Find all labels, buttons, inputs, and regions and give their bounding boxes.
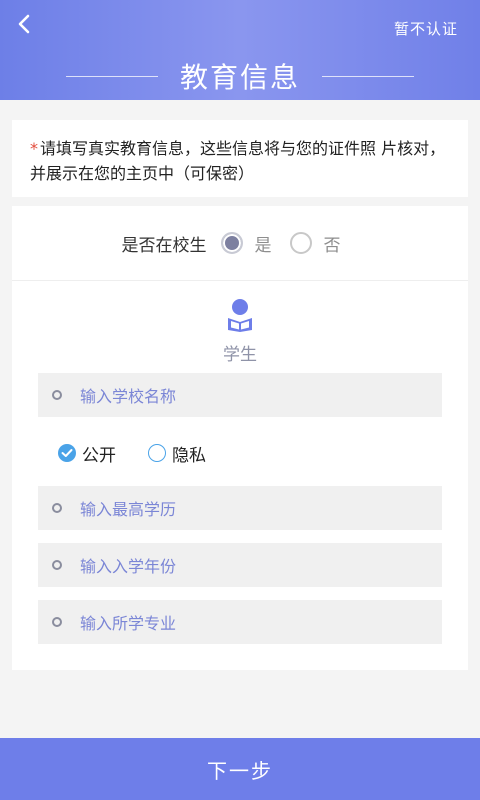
chevron-left-icon [18, 14, 30, 34]
radio-yes-label[interactable]: 是 [255, 231, 272, 256]
field-bullet-icon [52, 617, 62, 627]
radio-no[interactable] [289, 232, 312, 254]
student-status-row: 是否在校生 是 否 [12, 206, 468, 281]
public-label[interactable]: 公开 [82, 441, 116, 466]
highest-degree-placeholder: 输入最高学历 [80, 500, 177, 519]
enroll-year-placeholder: 输入入学年份 [80, 557, 177, 576]
notice-text: 请填写真实教育信息，这些信息将与您的证件照 片核对，并展示在您的主页中（可保密） [30, 139, 446, 183]
private-label[interactable]: 隐私 [172, 441, 206, 466]
student-reading-icon [228, 299, 252, 332]
checkmark-icon [61, 449, 73, 457]
private-checkbox[interactable] [148, 444, 166, 462]
enroll-year-input[interactable]: 输入入学年份 [38, 543, 442, 587]
education-info-page: 暂不认证 教育信息 * 请填写真实教育信息，这些信息将与您的证件照 片核对，并展示… [0, 0, 480, 800]
school-name-placeholder: 输入学校名称 [80, 387, 177, 406]
education-form-card: 是否在校生 是 否 学生 输入学校名称 公开 隐私 输入最高学历 输入入学年份 … [12, 206, 468, 670]
title-row: 教育信息 [0, 56, 480, 96]
skip-verification-button[interactable]: 暂不认证 [394, 18, 458, 39]
public-checkbox[interactable] [58, 444, 76, 462]
student-status-label: 是否在校生 [121, 235, 207, 256]
field-bullet-icon [52, 503, 62, 513]
major-placeholder: 输入所学专业 [80, 614, 177, 633]
page-title: 教育信息 [179, 61, 300, 94]
radio-no-label[interactable]: 否 [324, 231, 341, 256]
field-bullet-icon [52, 560, 62, 570]
student-label: 学生 [223, 345, 257, 365]
school-name-input[interactable]: 输入学校名称 [38, 373, 442, 417]
required-star: * [30, 139, 38, 158]
title-divider-right [322, 75, 414, 77]
radio-yes[interactable] [220, 232, 243, 254]
notice-card: * 请填写真实教育信息，这些信息将与您的证件照 片核对，并展示在您的主页中（可保密… [12, 120, 468, 197]
privacy-row: 公开 隐私 [58, 440, 238, 466]
highest-degree-input[interactable]: 输入最高学历 [38, 486, 442, 530]
field-bullet-icon [52, 390, 62, 400]
header: 暂不认证 教育信息 [0, 0, 480, 100]
next-step-button[interactable]: 下一步 [0, 738, 480, 800]
major-input[interactable]: 输入所学专业 [38, 600, 442, 644]
title-divider-left [65, 75, 158, 77]
back-button[interactable] [10, 10, 38, 38]
